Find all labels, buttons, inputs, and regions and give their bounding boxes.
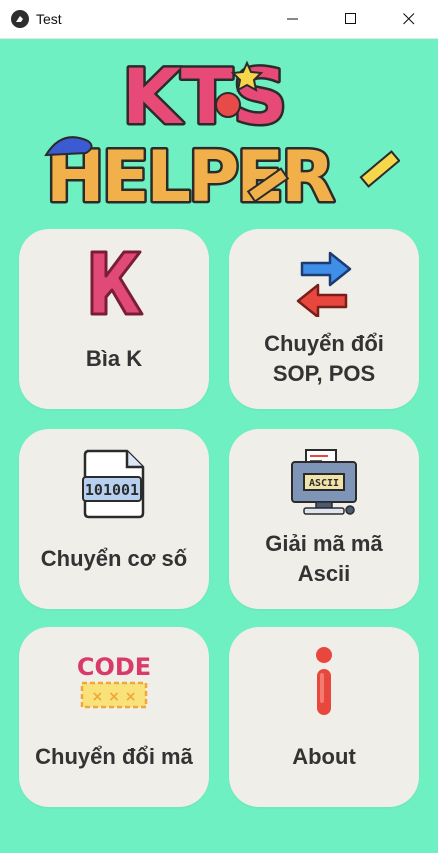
- close-icon: [403, 13, 415, 25]
- title-bar: Test: [0, 0, 438, 39]
- chuyen-co-so-label: Chuyển cơ số: [40, 546, 188, 571]
- sop-pos-label: Chuyển đổi SOP, POS: [264, 331, 384, 386]
- binary-file-icon: 101001: [82, 449, 145, 519]
- about-label: About: [292, 744, 356, 769]
- maximize-button[interactable]: [322, 0, 380, 38]
- about-button[interactable]: About: [229, 627, 419, 807]
- bia-k-button[interactable]: Bìa K: [19, 229, 209, 409]
- app-window: Test KTS HELPER Bìa K Chuyển đổi SOP, PO…: [0, 0, 438, 853]
- close-button[interactable]: [380, 0, 438, 38]
- kts-helper-logo: KTS HELPER: [44, 50, 400, 211]
- window-controls: [264, 0, 438, 38]
- svg-text:CODE: CODE: [78, 653, 150, 681]
- svg-text:101001: 101001: [85, 481, 139, 499]
- svg-text:× × ×: × × ×: [92, 689, 137, 705]
- minimize-icon: [287, 18, 298, 20]
- bia-k-label: Bìa K: [85, 346, 143, 371]
- ascii-decode-button[interactable]: ASCII Giải mã mã Ascii: [229, 429, 419, 609]
- app-content: KTS HELPER Bìa K Chuyển đổi SOP, POS 101…: [0, 39, 438, 853]
- letter-k-icon: [90, 250, 144, 316]
- maximize-icon: [345, 13, 356, 24]
- sop-pos-button[interactable]: Chuyển đổi SOP, POS: [229, 229, 419, 409]
- swap-arrows-icon: [296, 251, 352, 317]
- ascii-decode-label: Giải mã mã Ascii: [265, 531, 383, 586]
- chuyen-co-so-button[interactable]: 101001 Chuyển cơ số: [19, 429, 209, 609]
- svg-text:KTS: KTS: [122, 52, 287, 141]
- chuyen-doi-ma-label: Chuyển đổi mã: [35, 744, 193, 769]
- window-title: Test: [36, 11, 62, 27]
- kivy-app-icon: [11, 10, 29, 28]
- minimize-button[interactable]: [264, 0, 322, 38]
- chuyen-doi-ma-button[interactable]: CODE × × × Chuyển đổi mã: [19, 627, 209, 807]
- svg-text:ASCII: ASCII: [309, 478, 339, 489]
- info-icon: [316, 647, 332, 715]
- ascii-computer-icon: ASCII: [291, 449, 357, 515]
- code-icon: CODE × × ×: [78, 653, 150, 709]
